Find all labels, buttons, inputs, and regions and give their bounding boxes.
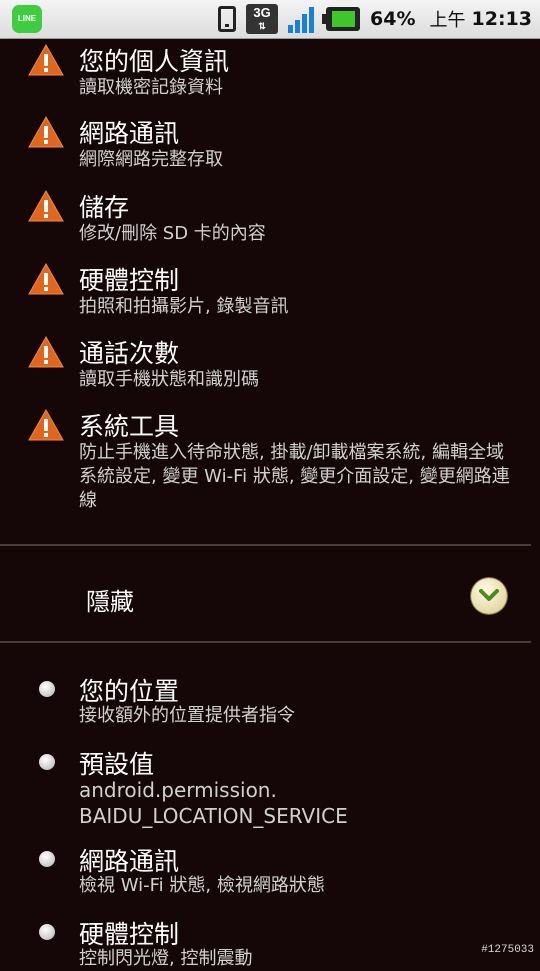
permission-description: 讀取機密記錄資料 bbox=[79, 77, 223, 98]
warning-icon bbox=[28, 409, 64, 441]
permission-description: 控制閃光燈, 控制震動 bbox=[79, 948, 253, 969]
time-prefix: 上午 bbox=[429, 10, 466, 31]
warning-icon bbox=[28, 190, 64, 222]
permission-title: 硬體控制 bbox=[79, 266, 180, 295]
warning-icon bbox=[28, 263, 64, 295]
phone-icon bbox=[218, 6, 237, 32]
permission-description: 修改/刪除 SD 卡的內容 bbox=[79, 223, 266, 244]
chevron-down-icon bbox=[479, 589, 499, 601]
permission-description: 拍照和拍攝影片, 錄製音訊 bbox=[79, 296, 289, 317]
permission-description: android.permission. BAIDU_LOCATION_SERVI… bbox=[79, 777, 519, 829]
permission-description: 網際網路完整存取 bbox=[79, 149, 223, 170]
battery-percent: 64% bbox=[370, 8, 416, 30]
divider bbox=[0, 641, 531, 643]
network-type-label: 3G bbox=[253, 5, 271, 20]
bullet-icon bbox=[39, 851, 55, 867]
watermark: #1275033 bbox=[481, 944, 534, 956]
data-activity-arrows-icon: ⇅ bbox=[258, 21, 266, 31]
clock: 12:13 bbox=[471, 8, 532, 30]
permission-title: 您的位置 bbox=[79, 677, 180, 706]
warning-icon bbox=[28, 116, 64, 148]
permission-title: 系統工具 bbox=[79, 412, 180, 441]
warning-icon bbox=[28, 44, 64, 76]
battery-icon bbox=[322, 7, 361, 31]
bullet-icon bbox=[39, 754, 55, 770]
permission-description-line: android.permission. bbox=[79, 778, 277, 802]
line-app-icon: LINE bbox=[12, 5, 42, 33]
permission-title: 預設值 bbox=[79, 750, 155, 779]
permission-title: 網路通訊 bbox=[79, 119, 180, 148]
permission-title: 網路通訊 bbox=[79, 847, 180, 876]
permission-description-line: BAIDU_LOCATION_SERVICE bbox=[79, 804, 348, 828]
permission-title: 儲存 bbox=[79, 193, 130, 222]
hidden-section-label: 隱藏 bbox=[86, 588, 134, 616]
status-bar: LINE 3G ⇅ 64% 上午 12:13 bbox=[0, 0, 540, 39]
permission-description: 檢視 Wi-Fi 狀態, 檢視網路狀態 bbox=[79, 875, 325, 896]
permission-title: 硬體控制 bbox=[79, 920, 180, 949]
signal-strength-icon bbox=[288, 5, 316, 33]
warning-icon bbox=[28, 336, 64, 368]
bullet-icon bbox=[39, 681, 55, 697]
permission-description: 接收額外的位置提供者指令 bbox=[79, 705, 295, 726]
network-3g-icon: 3G ⇅ bbox=[246, 4, 279, 34]
permission-description: 讀取手機狀態和識別碼 bbox=[79, 369, 259, 390]
permission-title: 您的個人資訊 bbox=[79, 47, 230, 76]
bullet-icon bbox=[39, 924, 55, 940]
permission-description: 防止手機進入待命狀態, 掛載/卸載檔案系統, 編輯全域系統設定, 變更 Wi-F… bbox=[79, 442, 510, 511]
divider bbox=[0, 544, 531, 546]
permission-title: 通話次數 bbox=[79, 339, 180, 368]
expand-button[interactable] bbox=[471, 578, 507, 614]
